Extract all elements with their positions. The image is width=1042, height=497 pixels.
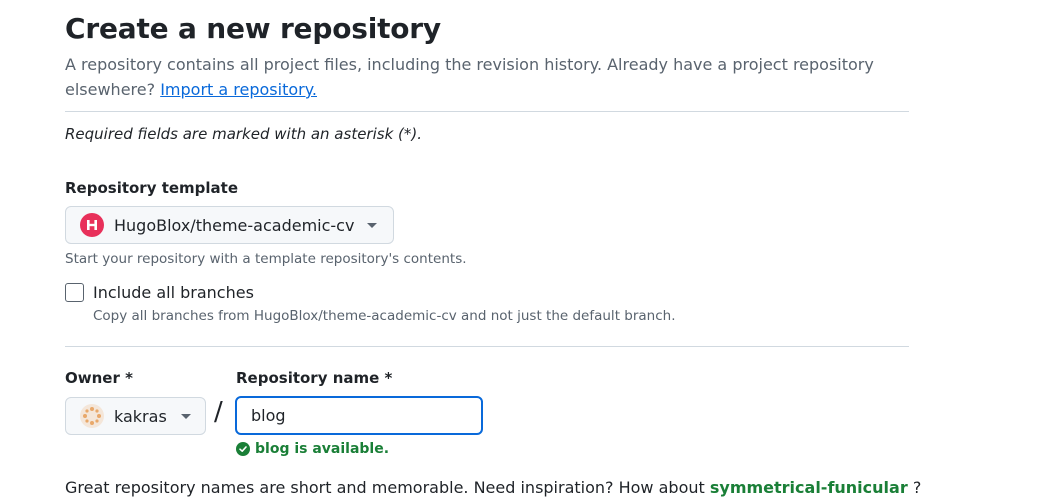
chevron-down-icon — [367, 222, 378, 228]
create-repository-page: Create a new repository A repository con… — [0, 0, 1042, 497]
name-inspiration: Great repository names are short and mem… — [65, 478, 921, 497]
template-selected-value: HugoBlox/theme-academic-cv — [114, 215, 355, 235]
template-hint: Start your repository with a template re… — [65, 251, 467, 267]
owner-repo-separator: / — [214, 397, 223, 427]
inspiration-text: Great repository names are short and mem… — [65, 478, 705, 497]
import-repository-link[interactable]: Import a repository. — [160, 80, 317, 99]
divider — [65, 346, 909, 347]
page-description: A repository contains all project files,… — [65, 52, 915, 102]
include-all-branches-hint: Copy all branches from HugoBlox/theme-ac… — [93, 308, 676, 324]
page-title: Create a new repository — [65, 12, 441, 45]
include-all-branches-label[interactable]: Include all branches — [93, 283, 254, 302]
avatar-icon — [80, 404, 104, 428]
check-circle-icon — [236, 442, 250, 456]
divider — [65, 111, 909, 112]
suggested-name-link[interactable]: symmetrical-funicular — [710, 478, 908, 497]
owner-selected-value: kakras — [114, 406, 167, 426]
required-fields-note: Required fields are marked with an aster… — [65, 125, 423, 143]
repository-name-input[interactable] — [235, 396, 483, 435]
include-all-branches-checkbox[interactable] — [65, 283, 84, 302]
template-label: Repository template — [65, 179, 239, 197]
availability-status: blog is available. — [236, 441, 389, 457]
owner-select-button[interactable]: kakras — [65, 397, 206, 435]
availability-text: blog is available. — [255, 441, 390, 457]
template-select-button[interactable]: HugoBlox/theme-academic-cv — [65, 206, 394, 244]
hugoblox-logo-icon — [80, 213, 104, 237]
inspiration-suffix: ? — [912, 478, 922, 497]
owner-label: Owner * — [65, 369, 133, 387]
repository-name-label: Repository name * — [236, 369, 393, 387]
chevron-down-icon — [180, 413, 191, 419]
